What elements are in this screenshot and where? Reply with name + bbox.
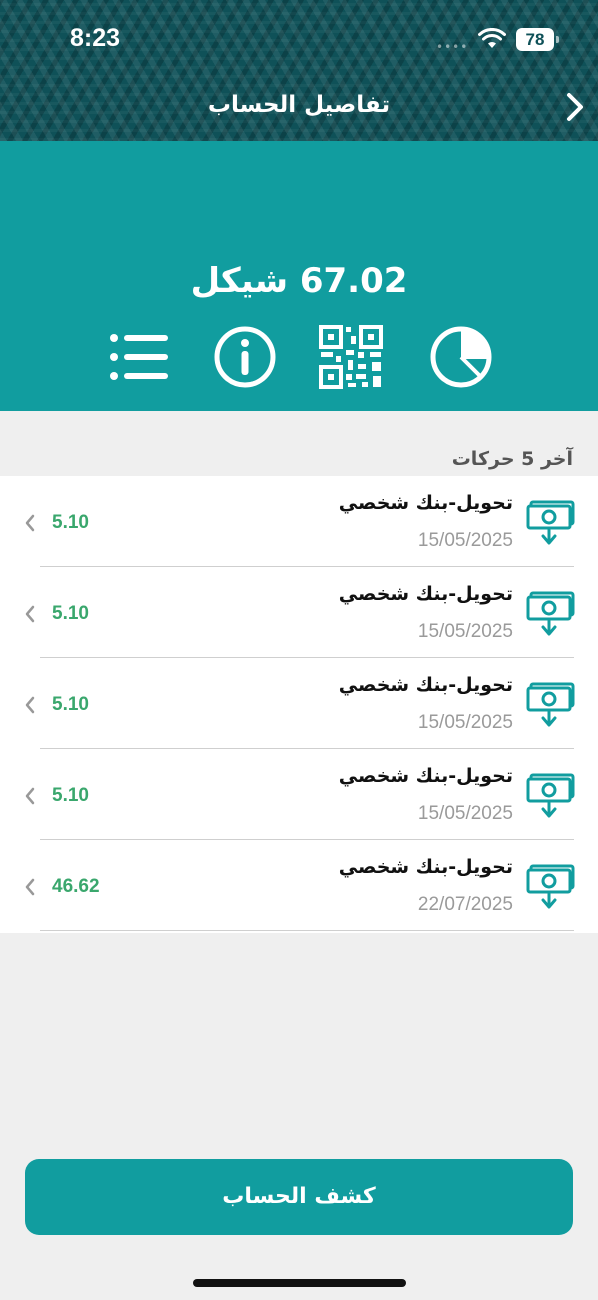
transaction-description: تحويل-بنك شخصي [338, 765, 513, 787]
qr-code-icon[interactable] [318, 324, 384, 390]
money-transfer-icon [526, 591, 575, 636]
transaction-description: تحويل-بنك شخصي [338, 583, 513, 605]
transaction-amount: 5.10 [52, 785, 89, 806]
transaction-date: 15/05/2025 [417, 803, 513, 824]
transaction-amount: 46.62 [52, 876, 100, 897]
battery-indicator: 78 [516, 28, 559, 51]
transaction-row[interactable]: تحويل-بنك شخصي 15/05/2025 5.10 [0, 658, 598, 749]
home-indicator [193, 1279, 406, 1287]
transaction-date: 22/07/2025 [417, 894, 513, 915]
transaction-description: تحويل-بنك شخصي [338, 856, 513, 878]
wifi-icon [478, 28, 506, 48]
money-transfer-icon [526, 864, 575, 909]
balance-panel: 67.02 شيكل [0, 141, 598, 411]
transaction-date: 15/05/2025 [417, 621, 513, 642]
chevron-left-icon [25, 514, 35, 532]
money-transfer-icon [526, 773, 575, 818]
transaction-date: 15/05/2025 [417, 712, 513, 733]
chevron-left-icon [25, 605, 35, 623]
transaction-description: تحويل-بنك شخصي [338, 674, 513, 696]
transaction-amount: 5.10 [52, 694, 89, 715]
transaction-row[interactable]: تحويل-بنك شخصي 15/05/2025 5.10 [0, 476, 598, 567]
info-icon[interactable] [212, 324, 278, 390]
transaction-row[interactable]: تحويل-بنك شخصي 15/05/2025 5.10 [0, 749, 598, 840]
chevron-left-icon [25, 787, 35, 805]
transaction-row[interactable]: تحويل-بنك شخصي 15/05/2025 5.10 [0, 567, 598, 658]
page-title: تفاصيل الحساب [207, 92, 391, 118]
chevron-right-icon[interactable] [560, 90, 590, 124]
signal-dots: •••• [436, 40, 469, 54]
transaction-row[interactable]: تحويل-بنك شخصي 22/07/2025 46.62 [0, 840, 598, 931]
app-header: 8:23 •••• 78 تفاصيل الحساب [0, 0, 598, 141]
transaction-amount: 5.10 [52, 603, 89, 624]
account-statement-button[interactable]: كشف الحساب [25, 1159, 573, 1235]
recent-transactions-title: آخر 5 حركات [451, 448, 573, 470]
transaction-description: تحويل-بنك شخصي [338, 492, 513, 514]
row-divider [40, 930, 574, 931]
transaction-amount: 5.10 [52, 512, 89, 533]
transactions-list: تحويل-بنك شخصي 15/05/2025 5.10 تحويل-بنك… [0, 476, 598, 933]
pie-chart-icon[interactable] [428, 324, 494, 390]
list-icon[interactable] [104, 324, 170, 390]
chevron-left-icon [25, 878, 35, 896]
account-balance: 67.02 شيكل [190, 261, 408, 301]
chevron-left-icon [25, 696, 35, 714]
transaction-date: 15/05/2025 [417, 530, 513, 551]
money-transfer-icon [526, 682, 575, 727]
status-time: 8:23 [70, 24, 121, 52]
money-transfer-icon [526, 500, 575, 545]
